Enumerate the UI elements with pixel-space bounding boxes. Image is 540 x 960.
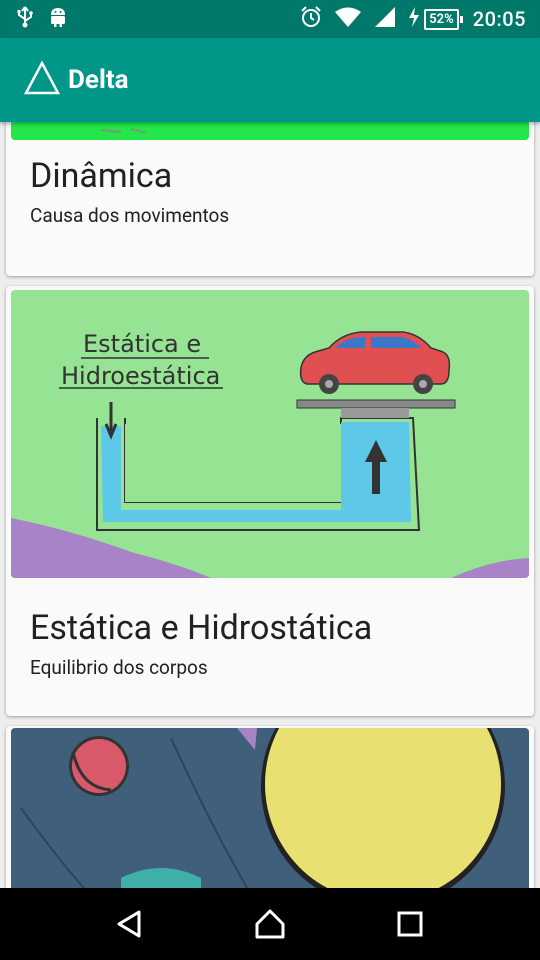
card-title: Estática e Hidrostática [30,608,373,648]
image-text-line2: Hidroestática [61,362,220,390]
topic-card-gravitacao[interactable] [6,726,534,888]
topic-image-dinamica [11,122,529,140]
planets-illustration [20,728,505,888]
back-button[interactable] [100,894,160,954]
home-button[interactable] [240,894,300,954]
status-time: 20:05 [472,7,526,31]
card-subtitle: Causa dos movimentos [30,204,230,227]
signal-icon [374,6,396,32]
card-subtitle: Equilibrio dos corpos [30,656,208,679]
status-bar-left [16,6,68,32]
home-icon [255,909,285,939]
alarm-icon [300,6,322,32]
status-bar: 52% 20:05 [0,0,540,38]
triangle-logo-icon [23,60,61,99]
hydraulic-lift-illustration: Estática e Hidroestática [11,330,529,578]
card-title: Dinâmica [30,156,173,196]
topic-card-estatica[interactable]: Estática e Hidroestática Estática e Hidr… [6,286,534,716]
recents-button[interactable] [380,894,440,954]
back-icon [117,910,141,938]
android-icon [48,6,68,32]
charging-icon [408,7,420,31]
topic-image-estatica: Estática e Hidroestática [11,290,529,578]
topic-list[interactable]: Dinâmica Causa dos movimentos Estática e… [0,122,540,888]
topic-card-dinamica[interactable]: Dinâmica Causa dos movimentos [6,122,534,276]
app-title: Delta [68,65,129,95]
topic-image-gravitacao [11,728,529,888]
usb-icon [16,6,34,32]
navigation-bar [0,888,540,960]
recents-icon [397,911,423,937]
wifi-icon [334,6,362,32]
battery-percent: 52% [424,8,463,30]
status-bar-right: 52% 20:05 [300,6,526,32]
image-text-line1: Estática e [83,330,201,358]
app-bar: Delta [0,38,540,122]
battery-indicator: 52% [408,7,463,31]
